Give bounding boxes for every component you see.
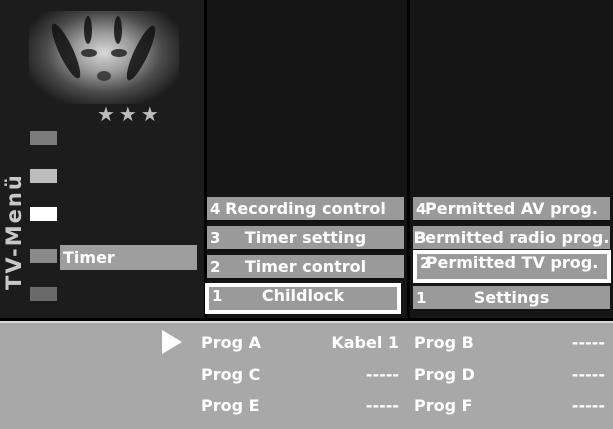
program-name[interactable]: Prog F xyxy=(414,396,473,415)
program-value: ----- xyxy=(571,365,605,384)
rating-stars: ★★★ xyxy=(97,102,163,126)
menu-label: Timer control xyxy=(244,257,367,276)
menu-label: Permitted radio prog. xyxy=(413,228,610,247)
menu-item-settings[interactable]: 1 Settings xyxy=(413,286,610,311)
selection-arrow-icon xyxy=(162,330,182,354)
menu-item-recording-control[interactable]: 4 Recording control xyxy=(207,197,404,222)
menu-item-timer-setting[interactable]: 3 Timer setting xyxy=(207,226,404,251)
menu-item-icon-timer[interactable] xyxy=(30,249,57,263)
program-name[interactable]: Prog B xyxy=(414,333,474,352)
menu-item-childlock[interactable]: 1 Childlock xyxy=(205,283,401,314)
program-value: ----- xyxy=(365,365,399,384)
menu-item-icon-2[interactable] xyxy=(30,169,57,183)
program-name[interactable]: Prog C xyxy=(201,365,260,384)
menu-label: Recording control xyxy=(225,199,386,218)
tv-menu-title: TV-Menü xyxy=(2,173,26,290)
tiger-thumbnail xyxy=(29,11,179,104)
program-value: ----- xyxy=(571,396,605,415)
menu-label: Timer setting xyxy=(244,228,367,247)
menu-item-permitted-tv[interactable]: 2 Permitted TV prog. xyxy=(413,250,611,283)
program-name[interactable]: Prog E xyxy=(201,396,260,415)
menu-item-timer-control[interactable]: 2 Timer control xyxy=(207,255,404,280)
menu-item-icon-5[interactable] xyxy=(30,287,57,301)
menu-label: Permitted AV prog. xyxy=(425,199,598,218)
program-name[interactable]: Prog D xyxy=(414,365,475,384)
menu-item-icon-1[interactable] xyxy=(30,131,57,145)
menu-label: Settings xyxy=(473,288,550,307)
program-value: Kabel 1 xyxy=(331,333,399,352)
menu-item-permitted-radio[interactable]: 3 Permitted radio prog. xyxy=(413,226,610,251)
program-name[interactable]: Prog A xyxy=(201,333,261,352)
menu-label: Childlock xyxy=(261,286,345,305)
menu-item-permitted-av[interactable]: 4 Permitted AV prog. xyxy=(413,197,610,222)
menu-label: Permitted TV prog. xyxy=(425,253,599,272)
menu-item-icon-3[interactable] xyxy=(30,207,57,221)
program-value: ----- xyxy=(365,396,399,415)
sidebar-item-timer[interactable]: Timer xyxy=(60,245,197,270)
program-value: ----- xyxy=(571,333,605,352)
